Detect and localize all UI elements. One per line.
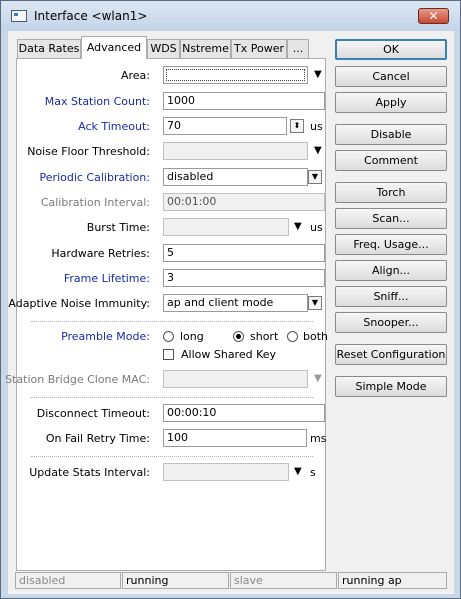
- on-fail-retry-time-label: On Fail Retry Time:: [45, 432, 150, 445]
- status-enabled: disabled: [15, 572, 121, 589]
- preamble-both-label: both: [303, 330, 328, 343]
- close-button[interactable]: ✕: [418, 8, 449, 24]
- calibration-interval-label: Calibration Interval:: [40, 196, 150, 209]
- window-icon: [11, 10, 27, 22]
- snooper-button[interactable]: Snooper...: [335, 312, 447, 333]
- allow-shared-key-checkbox[interactable]: [163, 349, 174, 360]
- apply-button[interactable]: Apply: [335, 92, 447, 113]
- on-fail-retry-time-unit: ms: [310, 432, 327, 445]
- tab-tx-power[interactable]: Tx Power: [231, 39, 287, 58]
- advanced-panel: Area: ▼ Max Station Count: 1000 Ack Time…: [5, 58, 328, 571]
- reset-configuration-button[interactable]: Reset Configuration: [335, 344, 447, 365]
- tab-more[interactable]: ...: [287, 39, 309, 58]
- calibration-interval-input[interactable]: 00:01:00: [163, 193, 325, 211]
- tab-advanced[interactable]: Advanced: [81, 36, 147, 59]
- disconnect-timeout-label: Disconnect Timeout:: [36, 407, 150, 420]
- sniff-button[interactable]: Sniff...: [335, 286, 447, 307]
- status-running: running: [122, 572, 229, 589]
- preamble-long-radio[interactable]: [163, 331, 174, 342]
- dialog-body: Data Rates Advanced WDS Nstreme Tx Power…: [5, 31, 454, 594]
- preamble-short-label: short: [250, 330, 279, 343]
- torch-button[interactable]: Torch: [335, 182, 447, 203]
- window-title: Interface <wlan1>: [34, 9, 148, 23]
- max-station-count-input[interactable]: 1000: [163, 92, 325, 110]
- allow-shared-key-label: Allow Shared Key: [181, 348, 277, 361]
- update-stats-dropdown-icon[interactable]: ▼: [294, 466, 302, 477]
- station-bridge-clone-mac-label: Station Bridge Clone MAC:: [5, 373, 150, 386]
- hardware-retries-label: Hardware Retries:: [51, 247, 150, 260]
- status-slave: slave: [230, 572, 337, 589]
- freq-usage-button[interactable]: Freq. Usage...: [335, 234, 447, 255]
- on-fail-retry-time-input[interactable]: 100: [163, 429, 307, 447]
- burst-time-select[interactable]: [163, 218, 289, 236]
- title-bar[interactable]: Interface <wlan1> ✕: [1, 1, 460, 31]
- cancel-button[interactable]: Cancel: [335, 66, 447, 87]
- scan-button[interactable]: Scan...: [335, 208, 447, 229]
- periodic-calibration-dropdown-icon[interactable]: ▼: [308, 170, 322, 184]
- disable-button[interactable]: Disable: [335, 124, 447, 145]
- station-bridge-clone-mac-select[interactable]: [163, 370, 308, 388]
- frame-lifetime-input[interactable]: 3: [163, 269, 325, 287]
- periodic-calibration-label: Periodic Calibration:: [39, 171, 150, 184]
- update-stats-interval-unit: s: [310, 466, 316, 479]
- noise-floor-threshold-label: Noise Floor Threshold:: [27, 145, 150, 158]
- adaptive-noise-immunity-select[interactable]: ap and client mode: [163, 294, 308, 312]
- status-mode: running ap: [338, 572, 447, 589]
- station-bridge-dropdown-icon[interactable]: ▼: [314, 373, 322, 384]
- max-station-count-label: Max Station Count:: [44, 95, 150, 108]
- separator: [31, 321, 313, 322]
- align-button[interactable]: Align...: [335, 260, 447, 281]
- ack-timeout-label: Ack Timeout:: [78, 120, 150, 133]
- adaptive-noise-immunity-dropdown-icon[interactable]: ▼: [308, 296, 322, 310]
- burst-time-label: Burst Time:: [86, 221, 150, 234]
- tab-wds[interactable]: WDS: [147, 39, 180, 58]
- ack-timeout-dropdown-icon[interactable]: ⬍: [290, 119, 304, 133]
- hardware-retries-input[interactable]: 5: [163, 244, 325, 262]
- update-stats-interval-select[interactable]: [163, 463, 289, 481]
- simple-mode-button[interactable]: Simple Mode: [335, 376, 447, 397]
- ack-timeout-unit: us: [310, 120, 323, 133]
- disconnect-timeout-input[interactable]: 00:00:10: [163, 404, 325, 422]
- tab-nstreme[interactable]: Nstreme: [180, 39, 231, 58]
- burst-time-dropdown-icon[interactable]: ▼: [294, 221, 302, 232]
- preamble-both-radio[interactable]: [287, 331, 298, 342]
- separator: [31, 397, 313, 398]
- separator: [31, 456, 313, 457]
- frame-lifetime-label: Frame Lifetime:: [63, 272, 150, 285]
- area-label: Area:: [120, 69, 150, 82]
- interface-window: Interface <wlan1> ✕ Data Rates Advanced …: [0, 0, 461, 599]
- ok-button[interactable]: OK: [335, 39, 447, 60]
- adaptive-noise-immunity-label: Adaptive Noise Immunity:: [8, 297, 150, 310]
- preamble-long-label: long: [180, 330, 204, 343]
- area-select[interactable]: [163, 66, 308, 84]
- preamble-mode-label: Preamble Mode:: [61, 330, 150, 343]
- ack-timeout-input[interactable]: 70: [163, 117, 287, 135]
- noise-floor-threshold-select[interactable]: [163, 142, 308, 160]
- tab-data-rates[interactable]: Data Rates: [17, 39, 81, 58]
- comment-button[interactable]: Comment: [335, 150, 447, 171]
- preamble-short-radio[interactable]: [233, 331, 244, 342]
- burst-time-unit: us: [310, 221, 323, 234]
- periodic-calibration-select[interactable]: disabled: [163, 168, 308, 186]
- update-stats-interval-label: Update Stats Interval:: [29, 466, 150, 479]
- area-dropdown-icon[interactable]: ▼: [314, 69, 322, 80]
- noise-floor-dropdown-icon[interactable]: ▼: [314, 145, 322, 156]
- area-focus-rect: [166, 69, 305, 81]
